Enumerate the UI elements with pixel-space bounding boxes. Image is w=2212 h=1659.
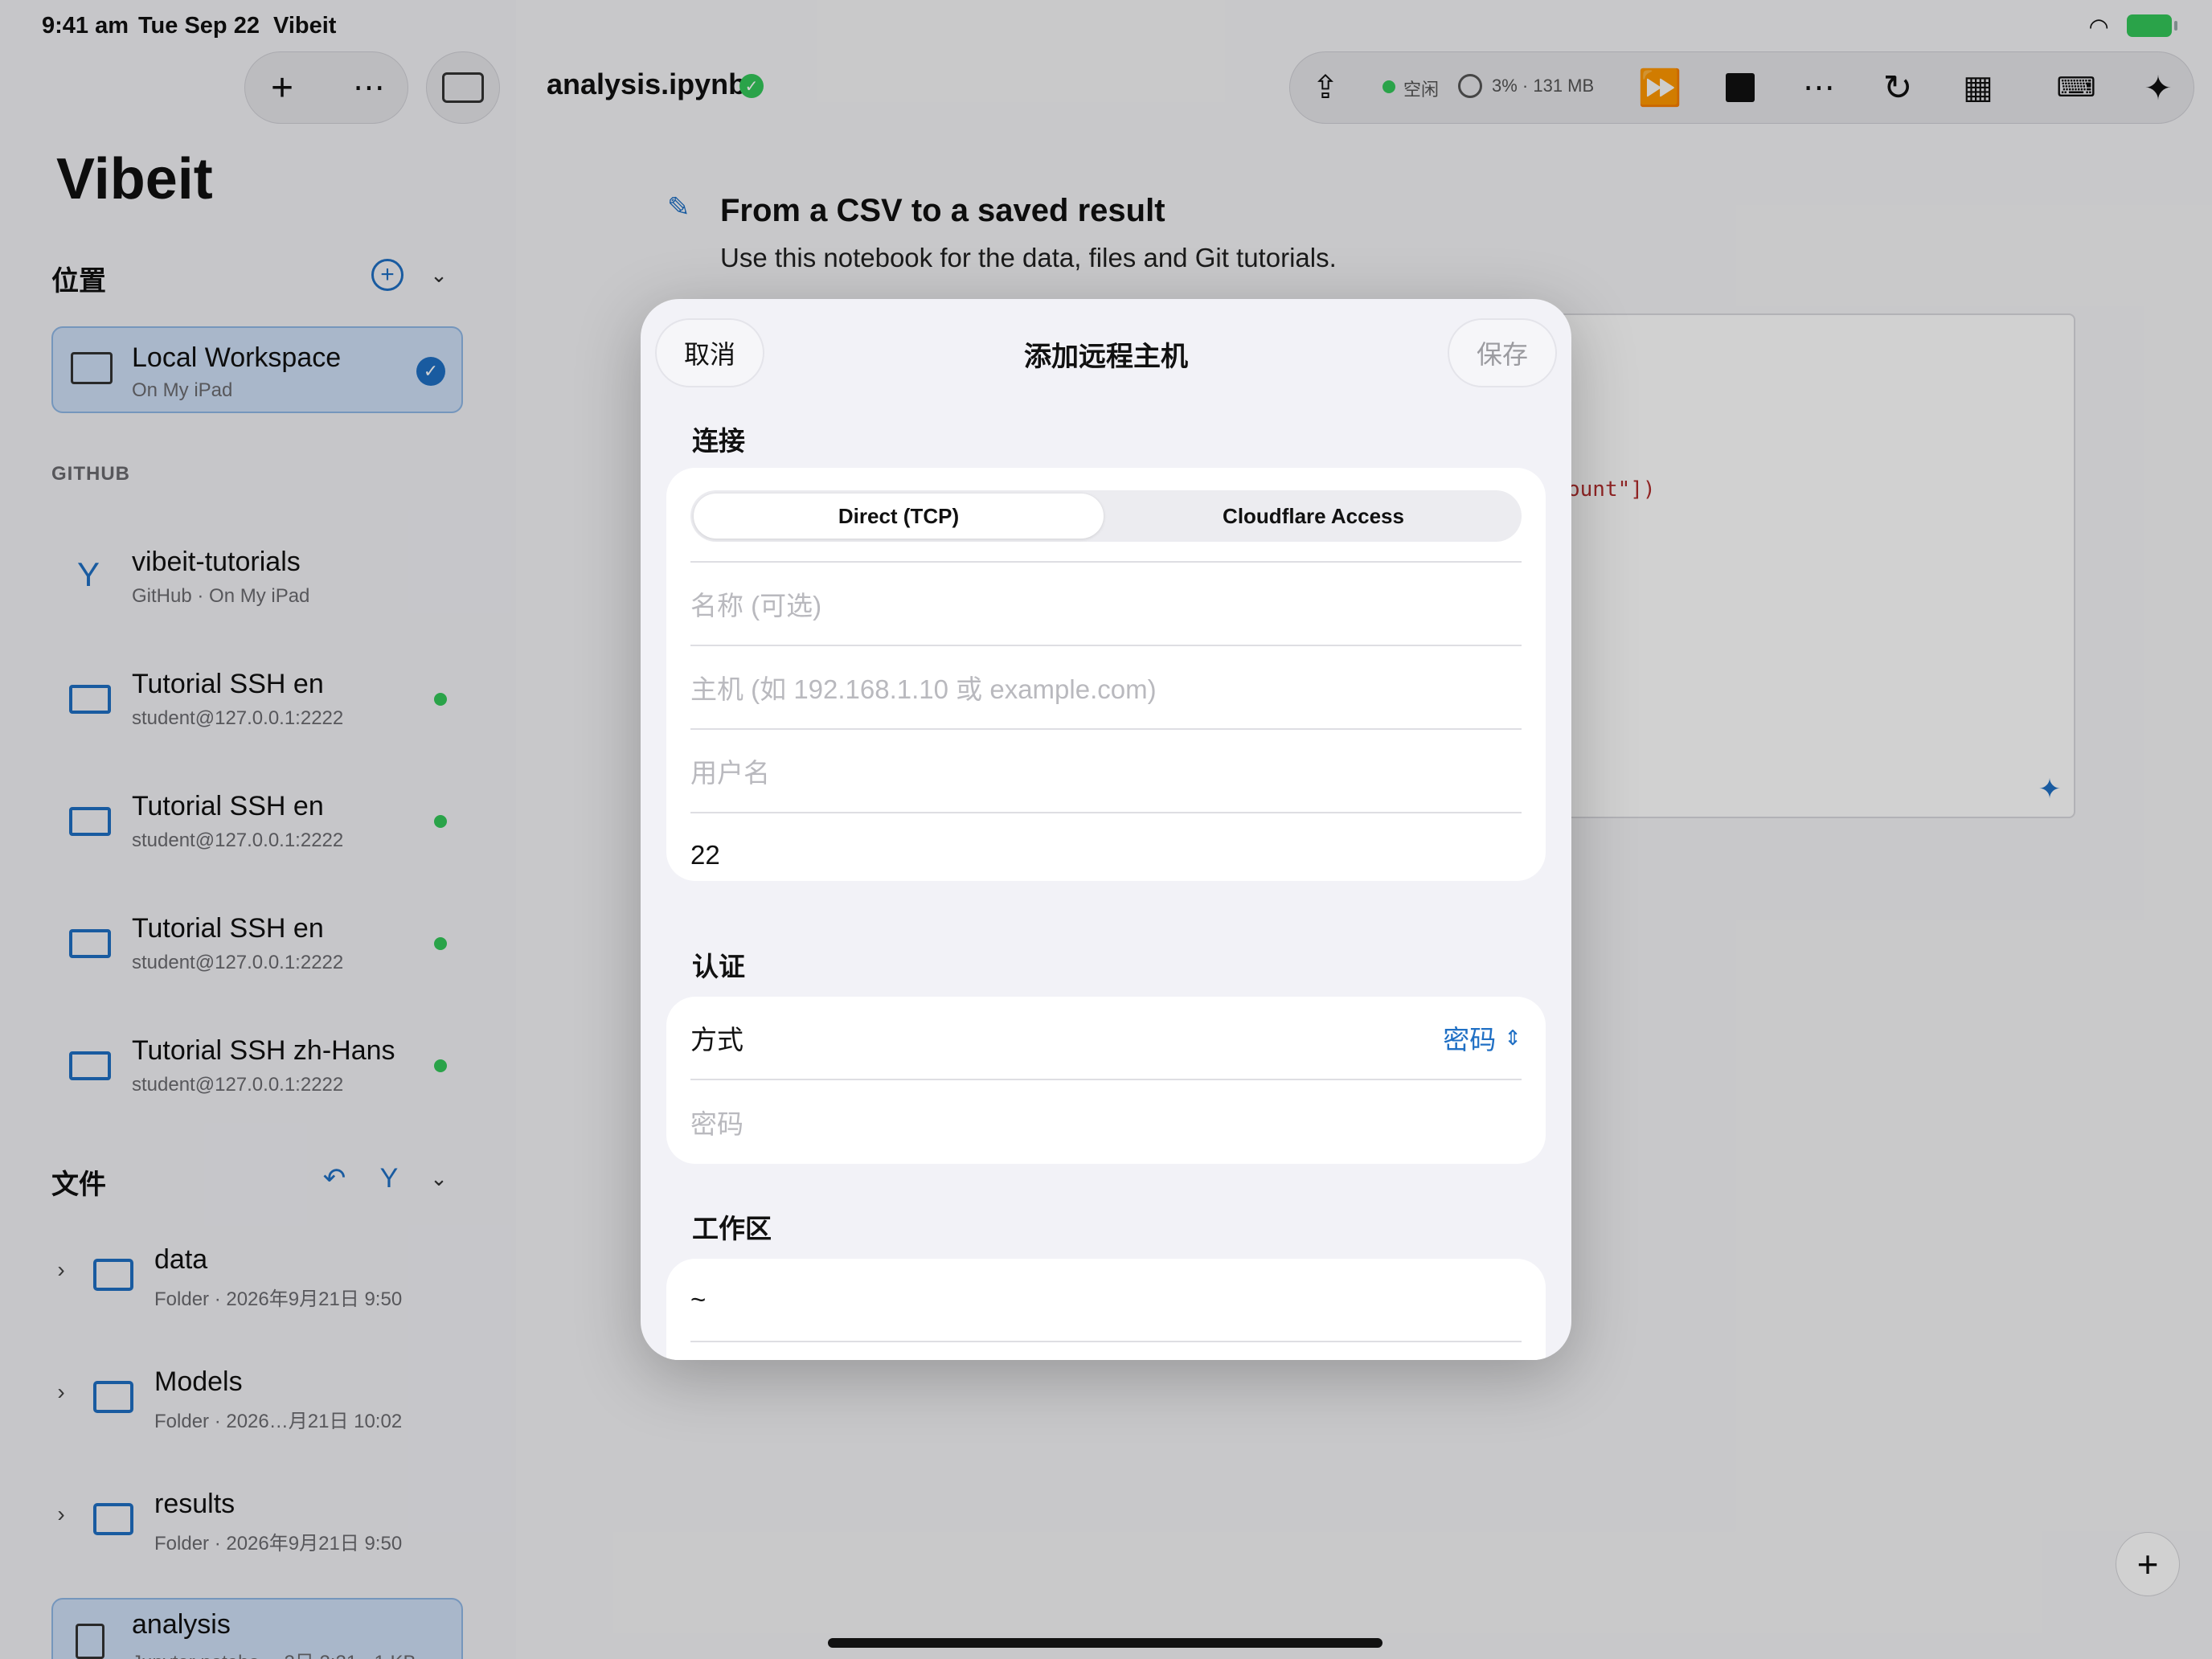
workspace-field[interactable]: ~ [690,1259,1522,1342]
auth-label: 认证 [692,952,745,981]
home-indicator [828,1638,1382,1648]
auth-method-row[interactable]: 方式 密码 ⇕ [690,997,1522,1080]
auth-method-value: 密码 [1443,1025,1497,1055]
password-field[interactable]: 密码 [690,1080,1522,1164]
name-field[interactable]: 名称 (可选) [690,563,1522,646]
segment-direct-tcp[interactable]: Direct (TCP) [694,494,1104,539]
username-field[interactable]: 用户名 [690,730,1522,813]
add-remote-host-sheet: 取消 添加远程主机 保存 连接 Direct (TCP) Cloudflare … [641,299,1571,1360]
auth-group: 方式 密码 ⇕ 密码 [666,997,1546,1164]
workspace-group: ~ [666,1259,1546,1360]
port-field[interactable]: 22 [690,813,1522,897]
connection-group: Direct (TCP) Cloudflare Access 名称 (可选) 主… [666,468,1546,881]
host-field[interactable]: 主机 (如 192.168.1.10 或 example.com) [690,646,1522,730]
connection-label: 连接 [692,426,745,456]
auth-method-label: 方式 [690,1025,743,1055]
segment-cloudflare-access[interactable]: Cloudflare Access [1108,494,1518,539]
sheet-title: 添加远程主机 [1024,342,1188,372]
workspace-label: 工作区 [692,1214,772,1243]
connection-type-segmented: Direct (TCP) Cloudflare Access [690,490,1522,542]
up-down-chevron-icon: ⇕ [1504,1025,1522,1050]
save-button[interactable]: 保存 [1447,318,1557,387]
auth-method-picker[interactable]: 密码 ⇕ [1443,1018,1522,1057]
